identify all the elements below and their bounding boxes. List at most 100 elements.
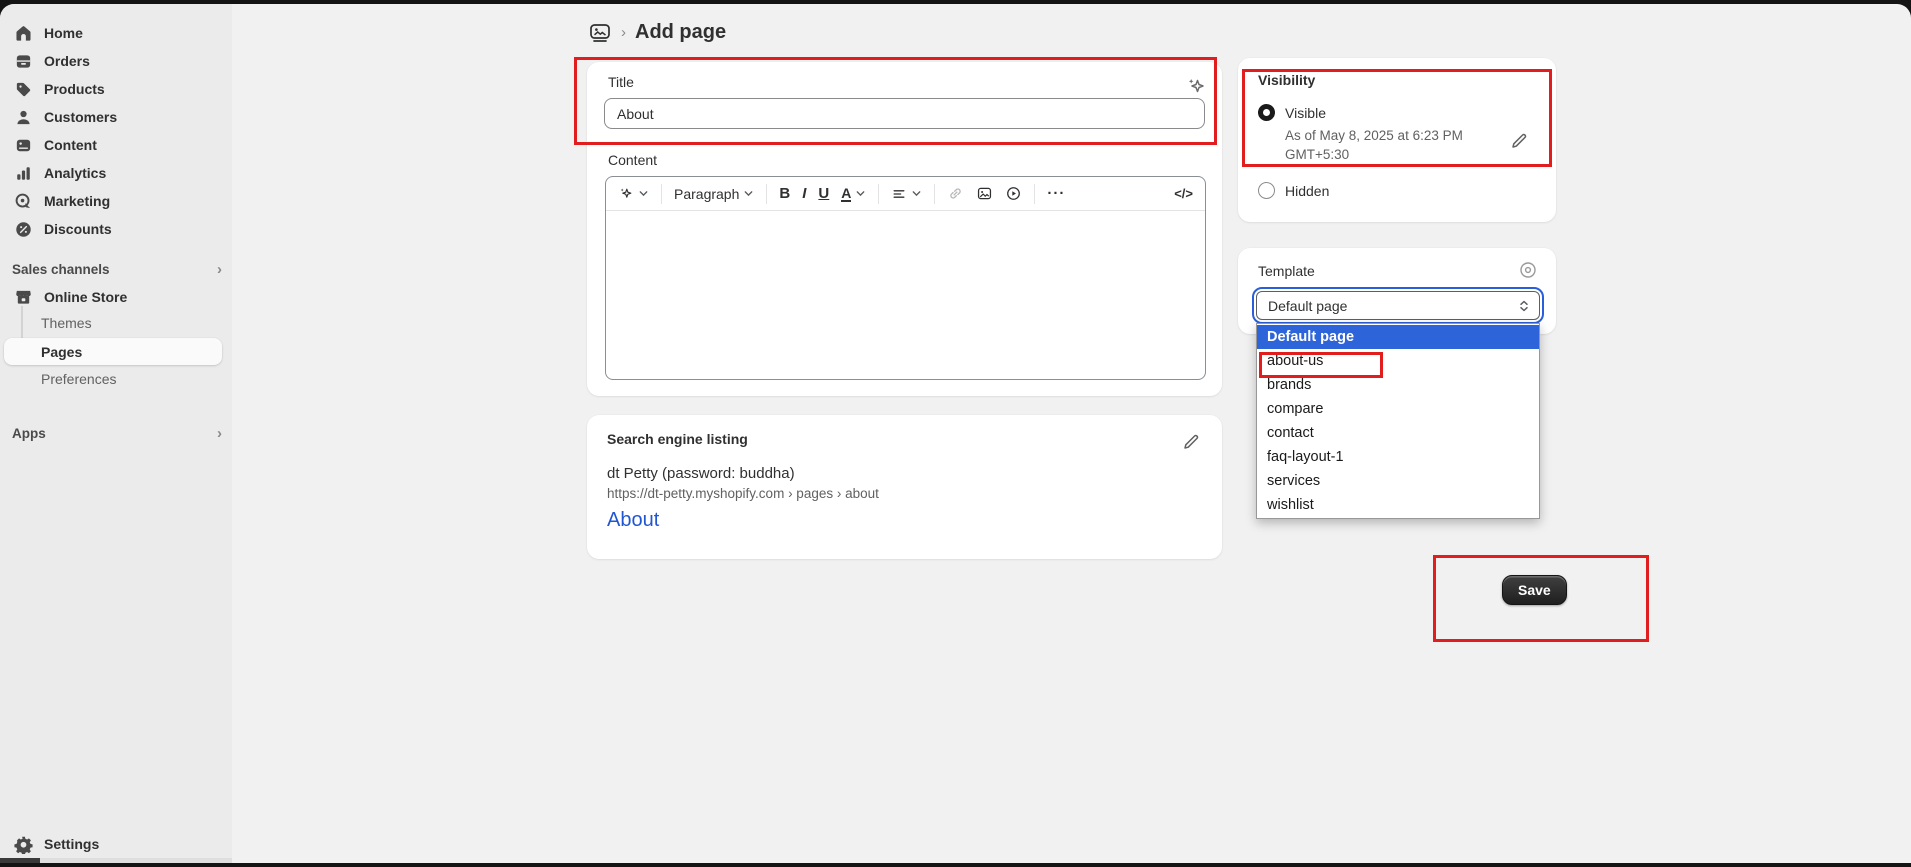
title-field-label: Title [608,74,634,90]
more-options-button[interactable]: ··· [1047,185,1065,202]
visibility-date-line1: As of May 8, 2025 at 6:23 PM [1285,126,1463,145]
products-icon [14,80,33,99]
content-editor-body[interactable] [606,211,1205,380]
pages-breadcrumb-icon[interactable] [588,22,612,44]
discounts-icon [14,220,33,239]
toolbar-divider [878,184,879,204]
sidebar-hscrollbar-thumb[interactable] [0,858,40,863]
sparkle-icon [618,186,634,202]
select-updown-icon [1517,299,1531,313]
ai-magic-button[interactable] [618,186,649,202]
visibility-card: Visibility Visible As of May 8, 2025 at … [1238,58,1556,222]
content-icon [14,136,33,155]
radio-selected-icon[interactable] [1258,104,1275,121]
online-store-icon [14,288,33,307]
template-card-title: Template [1258,263,1315,279]
sidebar-item-label: Orders [44,53,90,69]
seo-page-title-preview: About [607,509,659,532]
sidebar-item-orders[interactable]: Orders [4,47,222,75]
sidebar-item-label: Customers [44,109,117,125]
template-option-services[interactable]: services [1257,469,1539,493]
sidebar-item-settings[interactable]: Settings [4,830,222,858]
visible-radio-label: Visible [1285,105,1326,121]
title-input[interactable] [604,98,1205,129]
show-html-button[interactable]: </> [1174,186,1193,201]
gear-icon [14,835,33,854]
seo-card-title: Search engine listing [607,431,748,447]
visibility-date-line2: GMT+5:30 [1285,145,1463,164]
sidebar-item-home[interactable]: Home [4,19,222,47]
chevron-down-icon [638,188,649,199]
sidebar-item-products[interactable]: Products [4,75,222,103]
sidebar-item-analytics[interactable]: Analytics [4,159,222,187]
sidebar-item-label: Online Store [44,289,127,305]
chevron-down-icon [855,188,866,199]
ai-sparkle-icon[interactable] [1185,75,1207,97]
sidebar-item-label: Products [44,81,105,97]
hidden-radio-row[interactable]: Hidden [1258,182,1329,199]
sidebar-item-label: Content [44,137,97,153]
template-option-contact[interactable]: contact [1257,421,1539,445]
page-form-card: Title Content Paragraph B I U A [587,62,1222,396]
paragraph-style-dropdown[interactable]: Paragraph [674,186,754,202]
toolbar-divider [661,184,662,204]
rich-text-editor: Paragraph B I U A [605,176,1206,380]
insert-image-button[interactable] [976,185,993,202]
sidebar-item-pages[interactable]: Pages [4,338,222,365]
home-icon [14,24,33,43]
template-option-faq-layout-1[interactable]: faq-layout-1 [1257,445,1539,469]
template-option-compare[interactable]: compare [1257,397,1539,421]
sidebar-item-preferences[interactable]: Preferences [4,366,222,392]
edit-visibility-date-pencil-icon[interactable] [1510,130,1530,150]
radio-unselected-icon[interactable] [1258,182,1275,199]
orders-icon [14,52,33,71]
text-color-glyph: A [841,186,851,202]
edit-seo-pencil-icon[interactable] [1182,431,1202,451]
template-selected-value: Default page [1268,298,1347,314]
analytics-icon [14,164,33,183]
view-eye-icon[interactable] [1518,260,1538,280]
template-option-brands[interactable]: brands [1257,373,1539,397]
template-option-wishlist[interactable]: wishlist [1257,493,1539,517]
content-field-label: Content [608,152,657,168]
text-color-button[interactable]: A [841,186,866,202]
bold-button[interactable]: B [779,185,790,202]
sidebar-item-customers[interactable]: Customers [4,103,222,131]
template-dropdown-menu: Default page about-us brands compare con… [1256,323,1540,519]
sidebar-item-discounts[interactable]: Discounts [4,215,222,243]
toolbar-divider [1034,184,1035,204]
sidebar-section-sales-channels[interactable]: Sales channels › [12,255,222,283]
toolbar-divider [766,184,767,204]
sidebar-item-label: Settings [44,836,99,852]
sidebar-item-label: Marketing [44,193,110,209]
sidebar-item-marketing[interactable]: Marketing [4,187,222,215]
paragraph-style-label: Paragraph [674,186,739,202]
template-option-default-page[interactable]: Default page [1257,325,1539,349]
visibility-card-title: Visibility [1258,72,1315,88]
underline-button[interactable]: U [818,185,829,202]
sidebar-item-label: Analytics [44,165,106,181]
search-engine-listing-card: Search engine listing dt Petty (password… [587,415,1222,559]
sidebar-item-label: Preferences [41,371,116,387]
template-select[interactable]: Default page [1252,287,1544,324]
insert-video-button[interactable] [1005,185,1022,202]
save-button[interactable]: Save [1502,575,1567,605]
chevron-right-icon: › [217,425,222,442]
insert-link-button[interactable] [947,185,964,202]
alignment-button[interactable] [891,186,922,202]
editor-toolbar: Paragraph B I U A [606,177,1205,211]
template-option-about-us[interactable]: about-us [1257,349,1539,373]
page-title: Add page [635,21,726,44]
app-frame: Home Orders Products Customers Content A… [0,4,1911,863]
seo-site-name: dt Petty (password: buddha) [607,465,795,482]
visible-radio-row[interactable]: Visible [1258,104,1326,121]
customers-icon [14,108,33,127]
italic-button[interactable]: I [802,185,806,202]
chevron-down-icon [911,188,922,199]
sidebar-item-content[interactable]: Content [4,131,222,159]
sidebar-item-label: Themes [41,315,92,331]
sidebar-section-apps[interactable]: Apps › [12,419,222,447]
marketing-icon [14,192,33,211]
sidebar-item-themes[interactable]: Themes [4,310,222,336]
apps-header-label: Apps [12,426,46,441]
